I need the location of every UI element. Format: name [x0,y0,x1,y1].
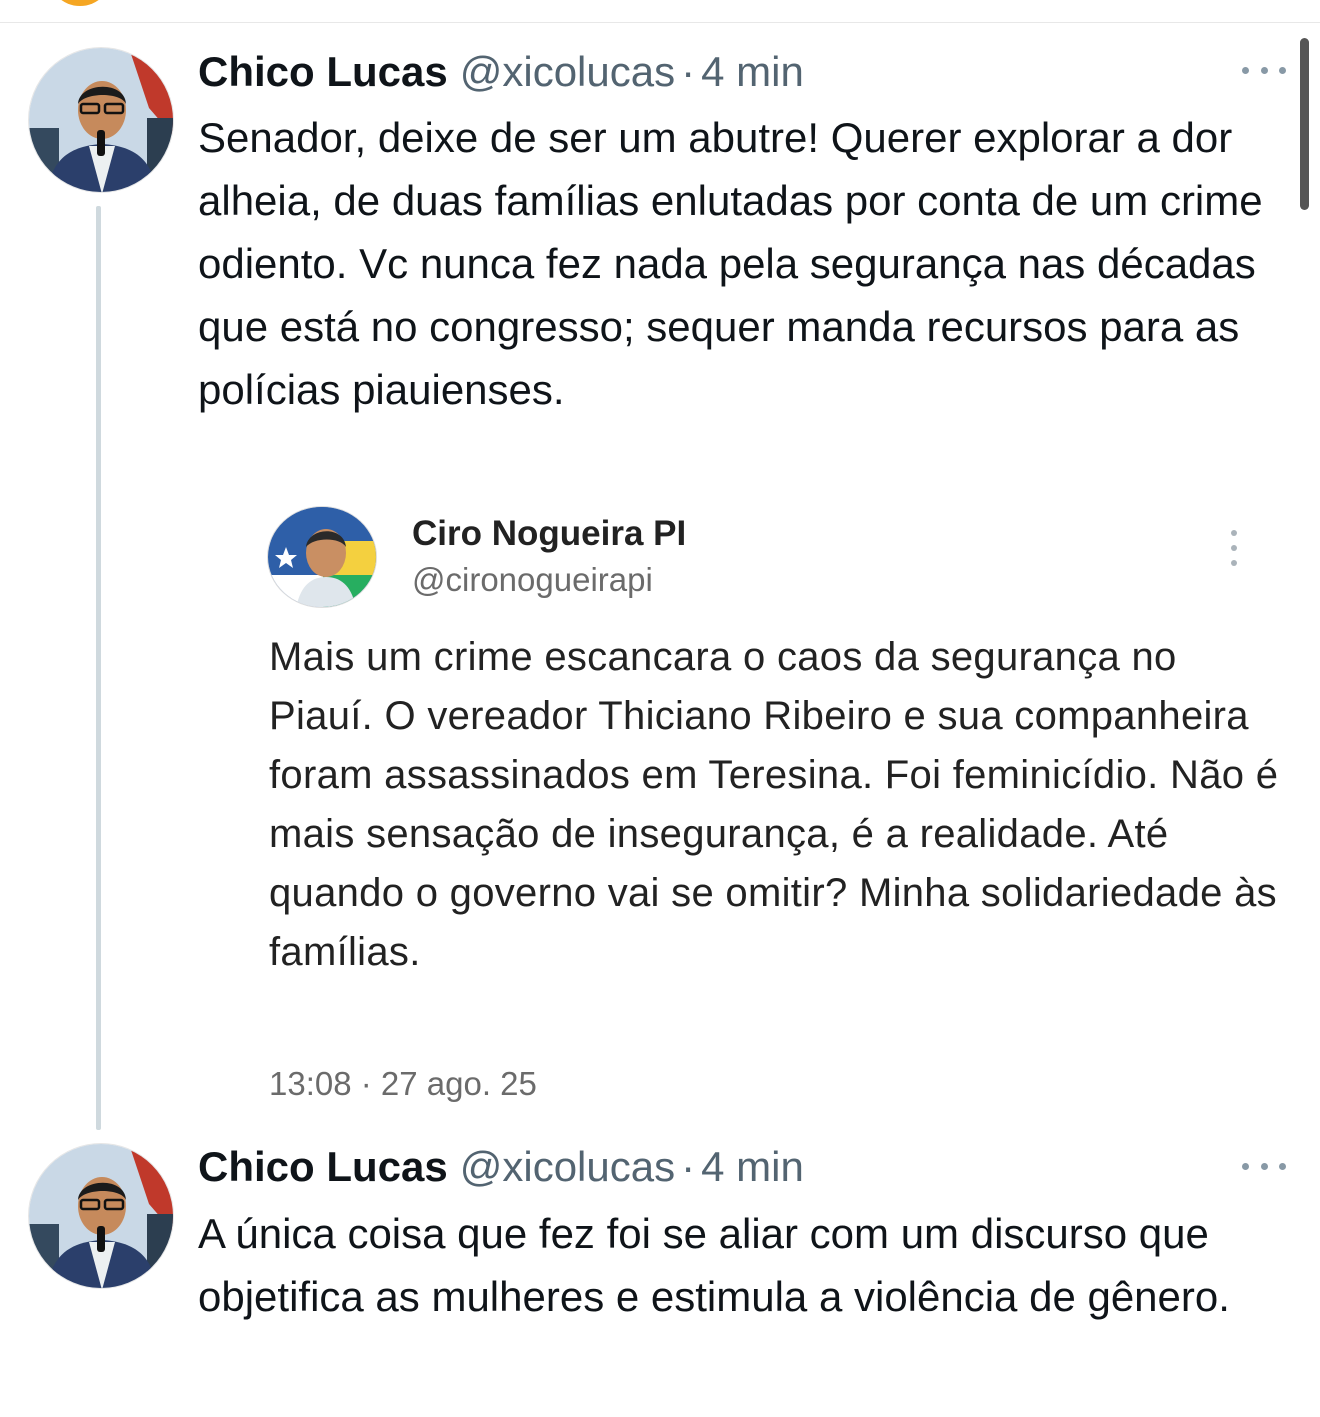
tweet-text: Senador, deixe de ser um abutre! Querer … [198,114,1263,413]
tweet-time[interactable]: 4 min [701,44,804,100]
author-name[interactable]: Chico Lucas [198,1139,448,1195]
avatar[interactable] [28,1143,174,1289]
more-horizontal-icon[interactable] [1242,1156,1286,1176]
tweet-header: Chico Lucas @xicolucas · 4 min [198,1139,804,1195]
quoted-timestamp: 13:08 · 27 ago. 25 [269,1065,537,1102]
quoted-avatar [267,506,377,608]
more-horizontal-icon[interactable] [1242,60,1286,80]
author-handle[interactable]: @xicolucas [460,1139,675,1195]
author-handle[interactable]: @xicolucas [460,44,675,100]
tweet-time[interactable]: 4 min [701,1139,804,1195]
avatar[interactable] [28,47,174,193]
divider [0,22,1320,23]
separator-dot: · [681,48,696,95]
previous-avatar-edge [48,0,112,6]
avatar-photo [29,1144,173,1288]
quoted-avatar-photo [268,507,376,607]
quoted-text: Mais um crime escancara o caos da segura… [269,635,1279,974]
thread-connector [96,206,101,1130]
tweet-header: Chico Lucas @xicolucas · 4 min [198,44,804,100]
scrollbar[interactable] [1300,38,1309,210]
more-vertical-icon [1228,530,1240,566]
quoted-author-handle: @cironogueirapi [412,561,653,598]
author-name[interactable]: Chico Lucas [198,44,448,100]
separator-dot: · [681,1143,696,1190]
timeline: Chico Lucas @xicolucas · 4 min Senador, … [0,0,1320,1417]
avatar-photo [29,48,173,192]
quoted-author-name: Ciro Nogueira PI [412,514,687,553]
tweet-text: A única coisa que fez foi se aliar com u… [198,1210,1230,1320]
